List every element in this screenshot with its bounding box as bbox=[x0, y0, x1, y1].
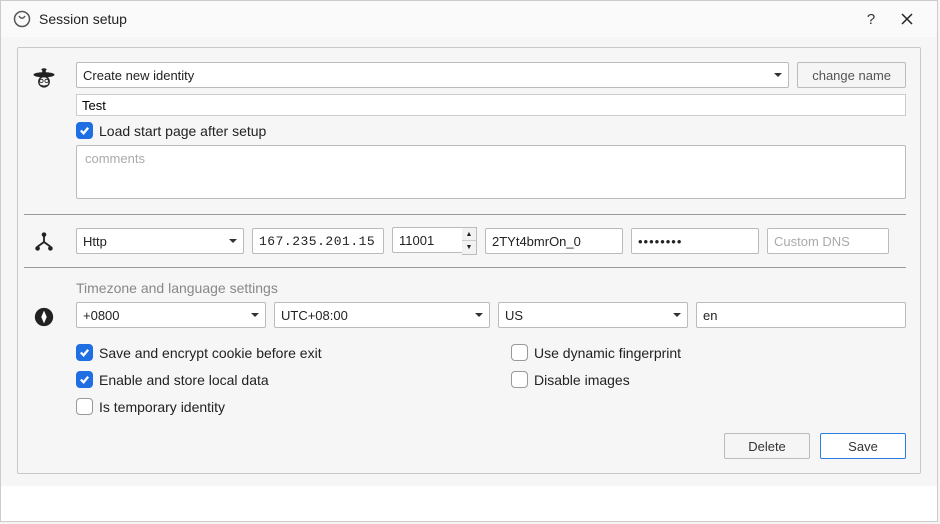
load-start-checkbox[interactable] bbox=[76, 122, 93, 139]
app-icon bbox=[13, 10, 31, 28]
help-button[interactable]: ? bbox=[853, 5, 889, 33]
proxy-port-input[interactable] bbox=[392, 227, 462, 253]
proxy-user-input[interactable] bbox=[485, 228, 623, 254]
language-input[interactable] bbox=[696, 302, 906, 328]
change-name-button[interactable]: change name bbox=[797, 62, 906, 88]
dynamic-fingerprint-checkbox[interactable] bbox=[511, 344, 528, 361]
enable-local-data-checkbox[interactable] bbox=[76, 371, 93, 388]
session-setup-window: Session setup ? bbox=[0, 0, 938, 522]
port-step-up[interactable]: ▲ bbox=[462, 228, 476, 241]
timezone-section: Timezone and language settings +0800 UTC… bbox=[24, 267, 906, 459]
window-title: Session setup bbox=[39, 11, 853, 27]
port-step-down[interactable]: ▼ bbox=[462, 241, 476, 254]
proxy-password-input[interactable] bbox=[631, 228, 759, 254]
tz-utc-select[interactable]: UTC+08:00 bbox=[274, 302, 490, 328]
disable-images-label: Disable images bbox=[534, 372, 630, 388]
identity-name-input[interactable] bbox=[76, 94, 906, 116]
country-select[interactable]: US bbox=[498, 302, 688, 328]
disable-images-checkbox[interactable] bbox=[511, 371, 528, 388]
protocol-select[interactable]: Http bbox=[76, 228, 244, 254]
identity-icon bbox=[24, 62, 64, 94]
custom-dns-input[interactable] bbox=[767, 228, 889, 254]
network-section: Http ▲ ▼ bbox=[24, 214, 906, 255]
save-cookie-checkbox[interactable] bbox=[76, 344, 93, 361]
load-start-label: Load start page after setup bbox=[99, 123, 266, 139]
close-button[interactable] bbox=[889, 5, 925, 33]
proxy-port-spinbox[interactable]: ▲ ▼ bbox=[392, 227, 477, 255]
temporary-identity-checkbox[interactable] bbox=[76, 398, 93, 415]
enable-local-data-label: Enable and store local data bbox=[99, 372, 269, 388]
identity-section: Create new identity change name Load sta… bbox=[24, 62, 906, 202]
persona-icon bbox=[30, 66, 58, 94]
compass-icon bbox=[24, 280, 64, 328]
dynamic-fingerprint-label: Use dynamic fingerprint bbox=[534, 345, 681, 361]
close-icon bbox=[901, 13, 913, 25]
proxy-host-input[interactable] bbox=[252, 228, 384, 254]
network-icon bbox=[24, 227, 64, 253]
titlebar: Session setup ? bbox=[1, 1, 937, 37]
content-area: Create new identity change name Load sta… bbox=[1, 37, 937, 486]
tz-offset-select[interactable]: +0800 bbox=[76, 302, 266, 328]
temporary-identity-label: Is temporary identity bbox=[99, 399, 225, 415]
save-button[interactable]: Save bbox=[820, 433, 906, 459]
save-cookie-label: Save and encrypt cookie before exit bbox=[99, 345, 322, 361]
tz-heading: Timezone and language settings bbox=[76, 280, 906, 296]
delete-button[interactable]: Delete bbox=[724, 433, 810, 459]
comments-textarea[interactable] bbox=[76, 145, 906, 199]
identity-select[interactable]: Create new identity bbox=[76, 62, 789, 88]
proxy-icon bbox=[33, 231, 55, 253]
